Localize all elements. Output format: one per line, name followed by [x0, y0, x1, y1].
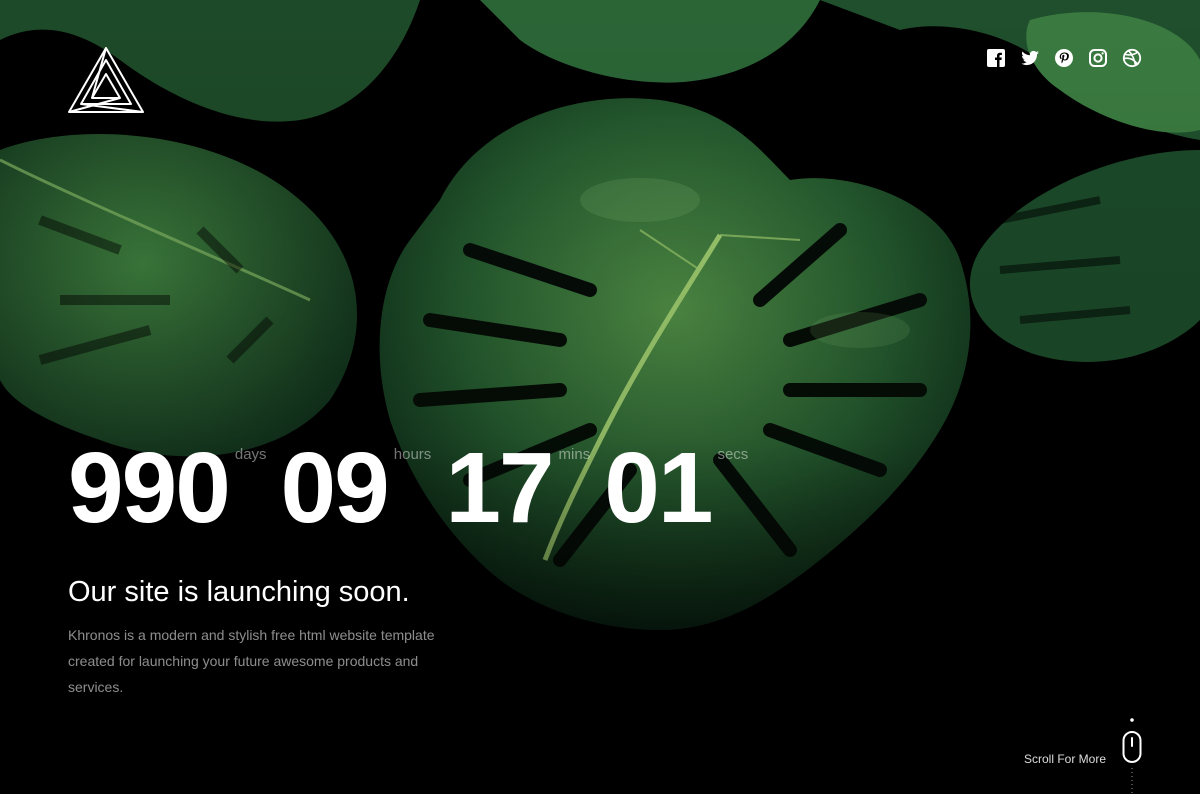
- hours-label: hours: [393, 446, 432, 463]
- page-description: Khronos is a modern and stylish free htm…: [68, 627, 435, 695]
- social-links: [986, 48, 1142, 68]
- facebook-icon[interactable]: [986, 48, 1006, 68]
- dribbble-icon[interactable]: [1122, 48, 1142, 68]
- days-value: 990: [68, 432, 231, 544]
- days-label: days: [234, 446, 267, 463]
- triangle-logo[interactable]: [66, 44, 146, 116]
- secs-value: 01: [604, 432, 713, 544]
- countdown-days: 990 days: [68, 438, 267, 538]
- scroll-for-more[interactable]: Scroll For More: [1024, 716, 1142, 794]
- hours-value: 09: [280, 432, 390, 544]
- countdown-mins: 17 mins: [445, 438, 590, 538]
- countdown-secs: 01 secs: [604, 438, 748, 538]
- pinterest-icon[interactable]: [1054, 48, 1074, 68]
- hero-section: 990 days 09 hours 17 mins 01 secs Our si…: [0, 0, 1200, 794]
- mins-value: 17: [445, 432, 554, 544]
- scroll-label: Scroll For More: [1023, 752, 1106, 766]
- mouse-scroll-icon: [1122, 718, 1142, 794]
- mins-label: mins: [558, 446, 591, 463]
- page-headline: Our site is launching soon.: [68, 576, 410, 608]
- countdown: 990 days 09 hours 17 mins 01 secs: [68, 438, 762, 538]
- instagram-icon[interactable]: [1088, 48, 1108, 68]
- secs-label: secs: [717, 446, 749, 463]
- twitter-icon[interactable]: [1020, 48, 1040, 68]
- countdown-hours: 09 hours: [281, 438, 432, 538]
